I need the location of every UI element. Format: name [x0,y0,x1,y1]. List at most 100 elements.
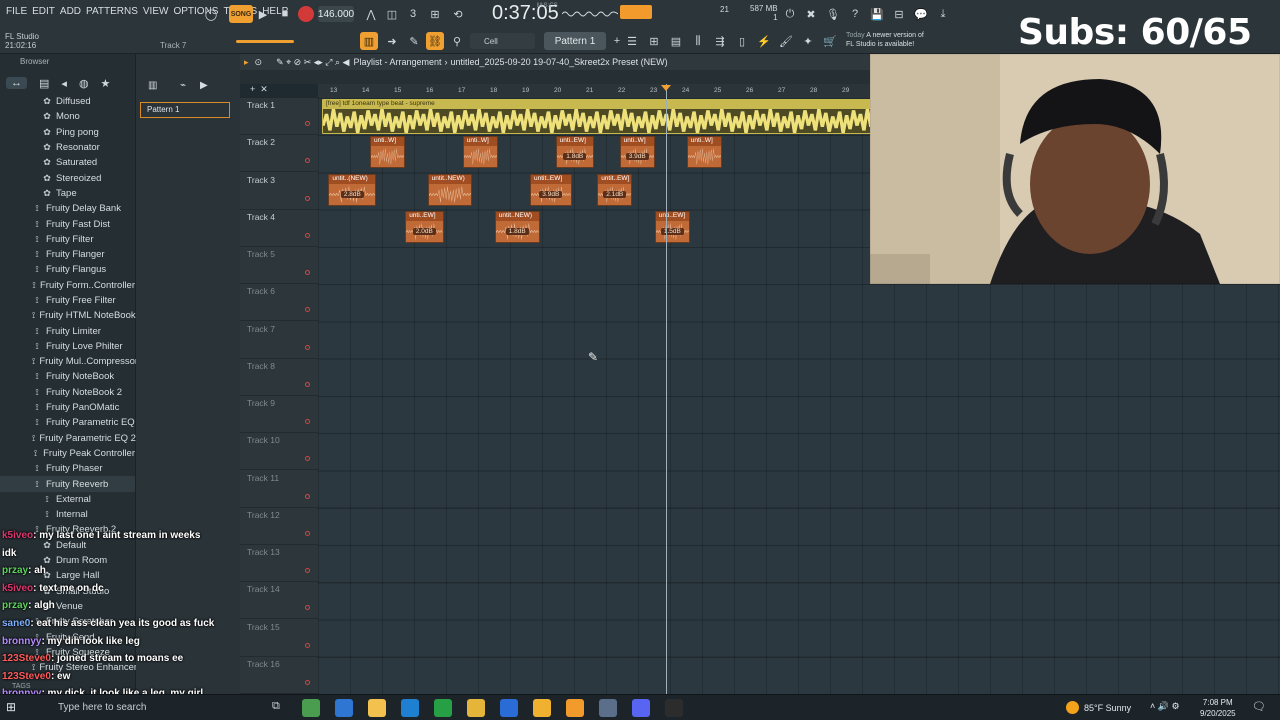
audio-clip[interactable]: untit..NEW) [427,173,473,206]
audio-clip[interactable]: [free] tdf 1oneam type beat - supreme [322,99,879,134]
loop-record-icon[interactable]: ⟲ [449,5,467,23]
playlist-icon[interactable]: ☰ [623,32,641,50]
track-header[interactable]: Track 4 [240,210,318,247]
browser-item[interactable]: ✿ Mono [0,109,135,124]
obs-icon[interactable] [665,699,683,717]
menu-edit[interactable]: EDIT [32,6,55,17]
track-header[interactable]: Track 10 [240,433,318,471]
wand-icon[interactable]: ✦ [799,32,817,50]
taskbar-search[interactable]: Type here to search [30,698,268,718]
track-header[interactable]: Track 5 [240,247,318,284]
track-header[interactable]: Track 8 [240,359,318,396]
browser-item[interactable]: ⟟ Fruity Mul..Compressor [0,354,138,369]
weather-widget[interactable]: 85°F Sunny [1066,701,1131,714]
arrows-icon[interactable]: ↔ [6,77,27,89]
audio-clip[interactable]: untit..(NEW) 2.8dB [328,173,377,206]
explorer-icon[interactable] [368,699,386,717]
menu-view[interactable]: VIEW [143,6,169,17]
play-icon[interactable]: ▶ [254,5,272,23]
track-mute-dot[interactable] [305,232,310,238]
pattern-song-icon[interactable]: ◯ [202,5,220,23]
browser-item[interactable]: ⟟ Fruity Filter [0,232,135,247]
add-track-icon[interactable]: + ✕ [250,84,268,95]
tempo-display[interactable]: 146.000 [318,6,354,22]
panic-icon[interactable]: ✖ [802,5,820,23]
playhead-line[interactable] [666,84,667,694]
vscode-icon[interactable] [401,699,419,717]
tray-icons[interactable]: ˄ 🔊 ⚙ [1150,701,1180,712]
track-mute-dot[interactable] [305,605,310,611]
stamp-icon[interactable]: ⚲ [448,32,466,50]
browser-item[interactable]: ⟟ Fruity Delay Bank [0,201,135,216]
audio-clip[interactable]: untit..NEW) 1.8dB [494,210,540,243]
audio-clip[interactable]: unti..EW] 1.5dB [654,210,690,243]
audio-clip[interactable]: unti..EW] 2.0dB [405,210,444,243]
track-header[interactable]: Track 1 [240,98,318,135]
browser-item[interactable]: ✿ Ping pong [0,125,135,140]
piano-roll-icon[interactable]: ▤ [667,32,685,50]
playlist-tool-icons[interactable]: ✎ ⌖ ⊘ ✂ ◂▸ ⤢ ⌕ ◀ [276,57,349,68]
browser-item[interactable]: ⟟ Fruity Reeverb [0,476,135,492]
piano-icon[interactable]: ▥ [360,32,378,50]
track-header[interactable]: Track 11 [240,471,318,508]
speaker-icon[interactable]: ◂ [61,77,67,90]
menu-add[interactable]: ADD [60,6,81,17]
audio-clip[interactable]: unti..W] [370,136,406,169]
track-mute-dot[interactable] [305,195,310,201]
track-mute-dot[interactable] [305,679,310,685]
track-mute-dot[interactable] [305,530,310,536]
track-header[interactable]: Track 6 [240,284,318,322]
mixer-view-icon[interactable]: ⫼ [689,32,707,50]
record-button[interactable] [298,6,314,22]
track-mute-dot[interactable] [305,381,310,387]
globe-icon[interactable]: ◍ [79,77,89,90]
mixer-icon[interactable]: ⊟ [890,5,908,23]
track-header[interactable]: Track 7 [240,322,318,359]
track-mute-dot[interactable] [305,568,310,573]
browser-item[interactable]: ⟟ Fruity Flangus [0,262,135,277]
track-mute-dot[interactable] [305,270,310,275]
audio-clip[interactable]: unti..W] 3.9dB [619,136,655,169]
track-mute-dot[interactable] [305,642,310,648]
countdown-icon[interactable]: 3 [404,5,422,23]
pencil-icon[interactable]: ✎ [405,32,423,50]
track-mute-dot[interactable] [305,344,310,350]
store-icon[interactable] [335,699,353,717]
browser-item[interactable]: ⟟ Fruity Phaser [0,461,135,476]
file-icon[interactable]: ▯ [733,32,751,50]
browser-item[interactable]: ⟟ Fruity Parametric EQ 2 [0,431,136,446]
playhead-marker[interactable] [661,85,671,91]
menu-file[interactable]: FILE [6,6,27,17]
track-header[interactable]: Track 2 [240,135,318,173]
pattern-clip-source[interactable]: Pattern 1 [140,102,230,118]
track-mute-dot[interactable] [305,121,310,126]
step-edit-icon[interactable]: ⊞ [426,5,444,23]
browser-item[interactable]: ⟟ Fruity Free Filter [0,293,135,308]
microphone-icon[interactable]: 🎙 [824,5,842,23]
update-notice[interactable]: Today A newer version of FL Studio is av… [846,31,924,49]
document-icon[interactable]: ▤ [39,77,49,90]
track-header[interactable]: Track 3 [240,173,318,210]
browser-item[interactable]: ✿ Resonator [0,140,135,155]
plug-icon[interactable]: ⚡ [755,32,773,50]
tool-magnet-icon[interactable]: ⌁ [180,80,192,92]
routing-icon[interactable]: ⇶ [711,32,729,50]
discord-icon[interactable] [632,699,650,717]
save-icon[interactable]: 💾 [868,5,886,23]
photoshop-icon[interactable] [500,699,518,717]
browser-item[interactable]: ⟟ Fruity Parametric EQ [0,415,135,430]
stop-icon[interactable]: ■ [276,5,294,23]
browser-item[interactable]: ⟟ Fruity Peak Controller [0,446,135,461]
browser-item[interactable]: ⟟ Fruity NoteBook 2 [0,385,135,400]
timeline-ruler[interactable]: 13 14 15 16 17 18 19 20 21 22 23 24 25 26 27 28 29 [318,84,870,98]
chrome-canary-icon[interactable] [533,699,551,717]
chat-icon[interactable]: 💬 [912,5,930,23]
star-icon[interactable]: ★ [101,77,111,90]
fl-studio-icon[interactable] [566,699,584,717]
brush-icon[interactable]: 🖌 [777,32,795,50]
track-mute-dot[interactable] [305,158,310,164]
arrow-right-icon[interactable]: ➜ [383,32,401,50]
master-volume-slider[interactable] [236,40,294,43]
audio-clip[interactable]: unti..W] [686,136,722,169]
link-icon[interactable]: ⛓ [426,32,444,50]
